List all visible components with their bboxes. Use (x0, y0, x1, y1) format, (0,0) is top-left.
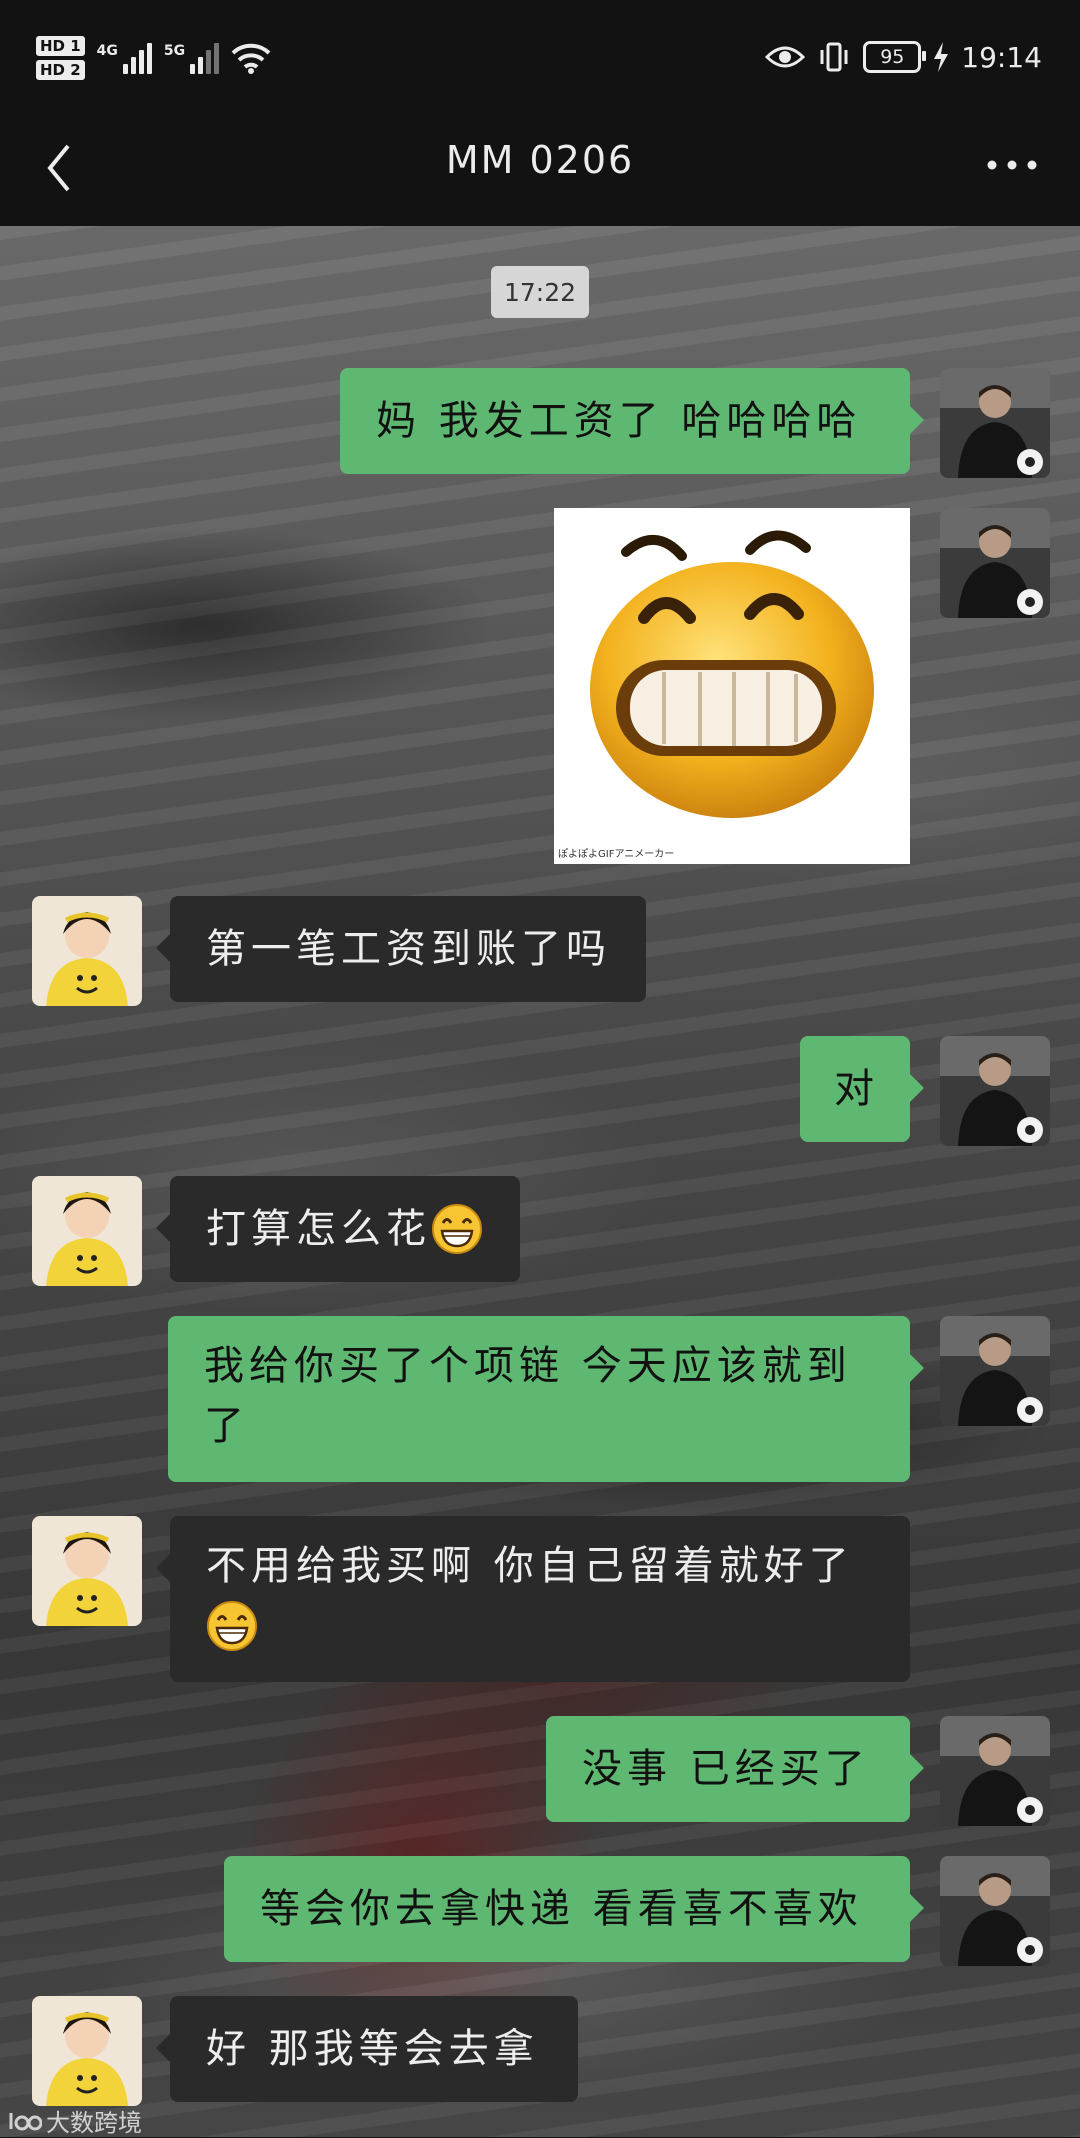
charging-icon (934, 42, 949, 72)
grinning-face-sticker-icon (590, 530, 874, 818)
more-options-icon[interactable] (984, 150, 1040, 180)
wifi-icon (231, 43, 271, 74)
contact-avatar[interactable] (32, 896, 142, 1006)
contact-avatar[interactable] (32, 1176, 142, 1286)
vibrate-icon (820, 42, 848, 72)
sticker-image[interactable]: ぽよぽよGIFアニメーカー (554, 508, 910, 864)
message-bubble-sent[interactable]: 对 (800, 1036, 924, 1142)
signal-5g-icon: 5G (163, 42, 220, 74)
signal-4g-icon: 4G (96, 42, 152, 74)
status-bar: HD 1 HD 2 4G 5G 95 19:14 (0, 0, 1080, 110)
message-emoji-line (206, 1596, 874, 1656)
message-bubble-sent[interactable]: 我给你买了个项链 今天应该就到 了 (168, 1316, 924, 1482)
message-bubble-sent[interactable]: 等会你去拿快递 看看喜不喜欢 (224, 1856, 924, 1962)
watermark-logo-icon (9, 2112, 42, 2130)
message-text-line: 了 (204, 1403, 249, 1449)
message-bubble-sent[interactable]: 没事 已经买了 (546, 1716, 924, 1822)
battery-indicator: 95 (863, 41, 927, 73)
status-left: HD 1 HD 2 4G 5G (36, 28, 271, 88)
message-text: 第一笔工资到账了吗 (206, 926, 611, 972)
message-text-line: 不用给我买啊 你自己留着就好了 (206, 1543, 854, 1589)
message-bubble-received[interactable]: 第一笔工资到账了吗 (156, 896, 646, 1002)
contact-avatar[interactable] (32, 1516, 142, 1626)
message-bubble-received[interactable]: 打算怎么花 (156, 1176, 520, 1282)
my-avatar[interactable] (940, 368, 1050, 478)
status-right: 95 19:14 (765, 32, 1042, 82)
sticker-caption: ぽよぽよGIFアニメーカー (558, 849, 675, 860)
contact-avatar[interactable] (32, 1996, 142, 2106)
my-avatar[interactable] (940, 1716, 1050, 1826)
hd2-badge: HD 2 (36, 60, 85, 80)
message-bubble-sent[interactable]: 妈 我发工资了 哈哈哈哈 (340, 368, 924, 474)
my-avatar[interactable] (940, 1036, 1050, 1146)
watermark: 大数跨境 (8, 2103, 142, 2138)
message-text: 对 (834, 1066, 879, 1112)
grinning-emoji-icon (207, 1601, 257, 1651)
message-bubble-received[interactable]: 不用给我买啊 你自己留着就好了 (156, 1516, 910, 1682)
my-avatar[interactable] (940, 1316, 1050, 1426)
watermark-text: 大数跨境 (46, 2109, 142, 2137)
message-text: 打算怎么花 (206, 1206, 431, 1252)
grinning-emoji-icon (432, 1204, 482, 1254)
message-text: 没事 已经买了 (582, 1746, 870, 1792)
chat-area[interactable]: 17:22 妈 我发工资了 哈哈哈哈 ぽよぽよGIFアニメーカー 第一笔工资到账… (0, 226, 1080, 2137)
my-avatar[interactable] (940, 508, 1050, 618)
clock: 19:14 (961, 40, 1042, 74)
message-timestamp: 17:22 (491, 266, 589, 318)
chat-header: MM 0206 (0, 110, 1080, 226)
message-text: 妈 我发工资了 哈哈哈哈 (376, 398, 862, 444)
message-text-line: 我给你买了个项链 今天应该就到 (204, 1343, 852, 1389)
hd-indicators: HD 1 HD 2 (36, 36, 85, 80)
hd1-badge: HD 1 (36, 36, 85, 56)
message-text: 等会你去拿快递 看看喜不喜欢 (260, 1886, 863, 1932)
eye-comfort-icon (765, 46, 806, 68)
message-bubble-received[interactable]: 好 那我等会去拿 (156, 1996, 578, 2102)
net-5g-label: 5G (163, 42, 186, 59)
message-text: 好 那我等会去拿 (206, 2026, 539, 2072)
my-avatar[interactable] (940, 1856, 1050, 1966)
chat-title: MM 0206 (445, 138, 635, 182)
net-4g-label: 4G (96, 42, 118, 59)
